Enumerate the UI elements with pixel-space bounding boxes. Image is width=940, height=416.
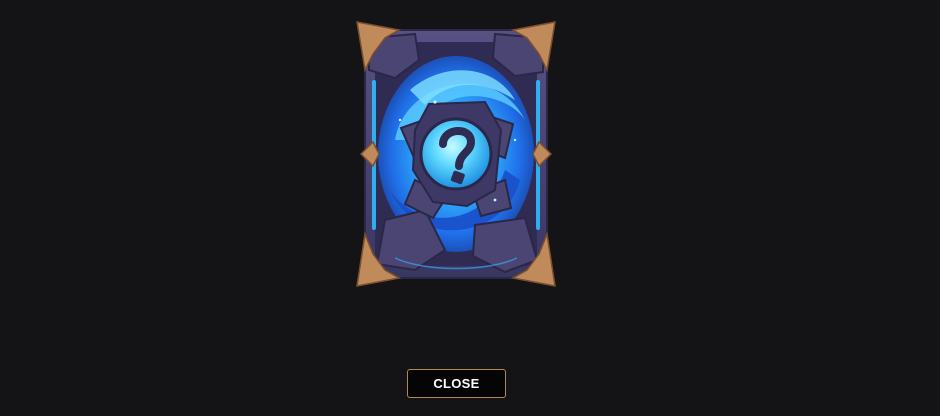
mystery-card-art <box>356 21 556 287</box>
mystery-card <box>355 20 557 288</box>
close-button[interactable]: CLOSE <box>407 369 506 398</box>
reveal-screen: CLOSE <box>0 0 940 416</box>
